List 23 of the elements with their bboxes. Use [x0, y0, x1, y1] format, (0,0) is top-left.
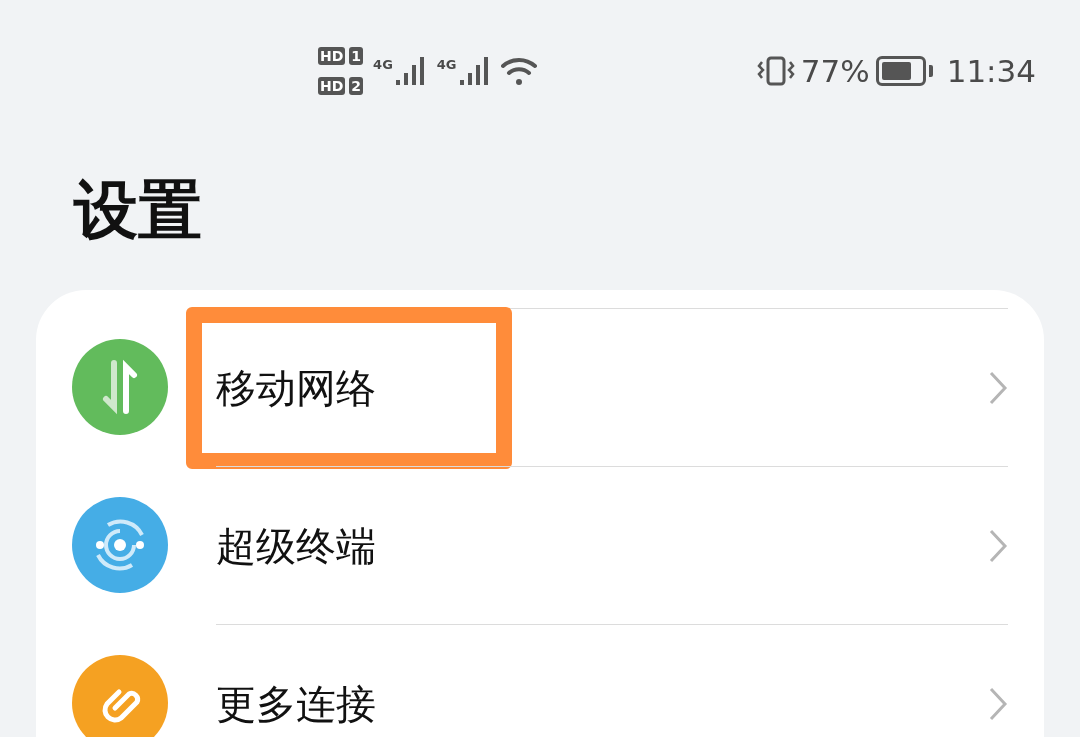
chevron-icon	[988, 527, 1008, 564]
sim-label: HD	[318, 47, 346, 65]
item-label: 超级终端	[216, 525, 376, 566]
item-label: 移动网络	[216, 367, 376, 408]
sim-slot: 1	[349, 47, 364, 65]
wifi-icon	[500, 56, 539, 86]
settings-item[interactable]: 移动网络	[36, 308, 1044, 466]
battery-percent: 77%	[800, 55, 870, 87]
network-type: 4G	[373, 58, 393, 71]
chevron-icon	[988, 369, 1008, 406]
vibrate-icon	[756, 56, 795, 86]
signal-icon	[458, 56, 491, 86]
chevron-icon	[988, 685, 1008, 722]
signal-icon	[394, 56, 427, 86]
sim-slot: 2	[349, 77, 364, 95]
clock-time: 11:34	[946, 55, 1036, 87]
settings-item[interactable]: 超级终端	[36, 466, 1044, 624]
settings-item[interactable]: 更多连接	[36, 624, 1044, 737]
network-type: 4G	[436, 58, 457, 71]
battery-icon	[875, 56, 933, 86]
sim-label: HD	[318, 77, 346, 95]
item-label: 更多连接	[216, 683, 376, 724]
page-title: 设置	[72, 172, 203, 249]
